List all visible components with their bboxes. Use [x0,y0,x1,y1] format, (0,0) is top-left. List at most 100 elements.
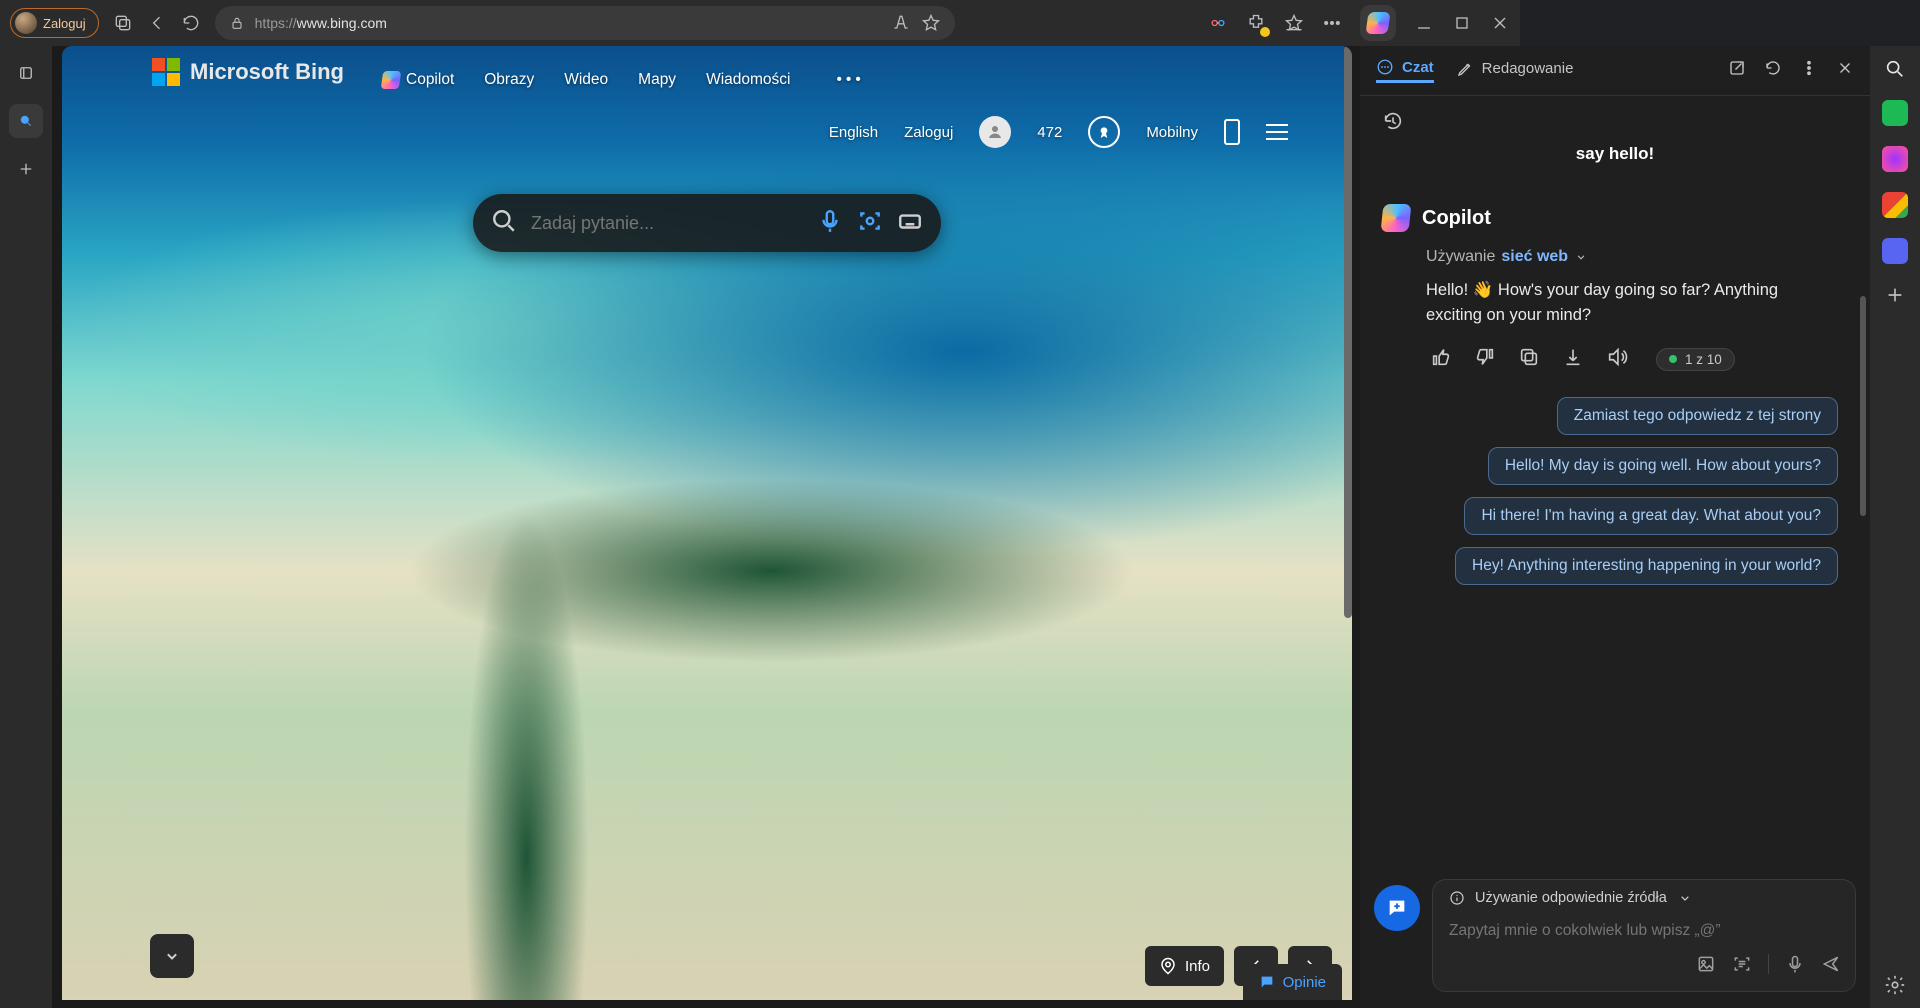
nav-more-icon[interactable]: ••• [836,71,864,89]
suggestion-chip[interactable]: Hello! My day is going well. How about y… [1488,447,1838,485]
bing-homepage: Microsoft Bing Copilot Obrazy Wideo Mapy… [62,46,1352,1000]
reply-actions: 1 z 10 [1430,346,1848,373]
back-icon[interactable] [147,13,167,33]
browser-toolbar: Zaloguj https://www.bing.com [0,0,1520,46]
tab-actions-icon[interactable] [9,56,43,90]
copilot-name: Copilot [1422,207,1491,230]
add-image-icon[interactable] [1696,954,1716,979]
user-avatar-icon[interactable] [979,116,1011,148]
read-aloud-icon[interactable] [1606,346,1628,373]
download-icon[interactable] [1562,346,1584,373]
copilot-avatar-icon [1381,204,1412,232]
profile-login-label: Zaloguj [43,16,86,31]
sidebar-add-icon[interactable] [1884,284,1906,306]
background-image [62,46,1352,1000]
extensions-icon[interactable] [1246,13,1266,33]
active-tab-bing[interactable] [9,104,43,138]
panel-open-external-icon[interactable] [1728,59,1746,82]
chevron-down-icon [1677,890,1693,906]
url-host: www.bing.com [297,15,387,31]
feedback-button[interactable]: Opinie [1243,964,1342,1000]
copilot-header: Copilot [1382,204,1848,232]
window-maximize-icon[interactable] [1452,13,1472,33]
window-close-icon[interactable] [1490,13,1510,33]
ask-box: Używanie odpowiednie źródła [1432,879,1856,992]
panel-scrollbar[interactable] [1860,296,1866,516]
nav-copilot[interactable]: Copilot [382,71,454,89]
window-minimize-icon[interactable] [1414,13,1434,33]
info-chip[interactable]: Info [1145,946,1224,986]
voice-search-icon[interactable] [817,208,843,239]
source-selector[interactable]: Używanie odpowiednie źródła [1433,880,1855,916]
divider [1768,954,1769,974]
panel-more-icon[interactable] [1800,59,1818,82]
search-input[interactable] [531,213,803,234]
suggestion-chip[interactable]: Hey! Anything interesting happening in y… [1455,547,1838,585]
copilot-icon [381,71,402,89]
phone-icon [1224,119,1240,145]
read-aloud-icon[interactable] [891,13,911,33]
rewards-points[interactable]: 472 [1037,124,1062,141]
sidebar-app-discord-icon[interactable] [1882,238,1908,264]
bing-search-box[interactable] [473,194,941,252]
mic-icon[interactable] [1785,954,1805,979]
image-search-icon[interactable] [857,208,883,239]
using-source-row[interactable]: Używanie sieć web [1426,248,1848,266]
new-tab-button[interactable] [9,152,43,186]
dislike-icon[interactable] [1474,346,1496,373]
ask-input[interactable] [1449,922,1841,940]
copy-icon[interactable] [1518,346,1540,373]
profile-login-pill[interactable]: Zaloguj [10,8,99,38]
suggestion-list: Zamiast tego odpowiedz z tej strony Hell… [1382,397,1848,585]
nav-video[interactable]: Wideo [564,71,608,89]
nav-maps[interactable]: Mapy [638,71,676,89]
copilot-toggle-button[interactable] [1360,5,1396,41]
favorite-star-icon[interactable] [921,13,941,33]
refresh-icon[interactable] [181,13,201,33]
sidebar-app-messenger-icon[interactable] [1882,146,1908,172]
panel-refresh-icon[interactable] [1764,59,1782,82]
counter-text: 1 z 10 [1685,352,1722,367]
vertical-tab-strip [0,46,52,1008]
chevron-down-icon [1574,250,1588,264]
nav-news[interactable]: Wiadomości [706,71,790,89]
panel-input-area: Używanie odpowiednie źródła [1360,869,1870,1008]
expand-button[interactable] [150,934,194,978]
status-dot-icon [1669,355,1677,363]
workspaces-icon[interactable] [113,13,133,33]
scan-text-icon[interactable] [1732,954,1752,979]
suggestion-chip[interactable]: Hi there! I'm having a great day. What a… [1464,497,1838,535]
sidebar-settings-icon[interactable] [1884,974,1906,996]
more-icon[interactable] [1322,13,1342,33]
rewards-medal-icon[interactable] [1088,116,1120,148]
account-glasses-icon[interactable] [1208,13,1228,33]
sidebar-app-spotify-icon[interactable] [1882,100,1908,126]
mobile-link[interactable]: Mobilny [1146,124,1198,141]
tab-compose[interactable]: Redagowanie [1456,60,1574,82]
bing-top-nav: Copilot Obrazy Wideo Mapy Wiadomości ••• [62,58,1352,102]
panel-close-icon[interactable] [1836,59,1854,82]
tab-compose-label: Redagowanie [1482,60,1574,77]
toolbar-right-group [1208,5,1510,41]
sidebar-search-icon[interactable] [1884,58,1906,80]
panel-tabs: Czat Redagowanie [1360,46,1870,96]
keyboard-icon[interactable] [897,208,923,239]
sidebar-app-gmail-icon[interactable] [1882,192,1908,218]
address-bar[interactable]: https://www.bing.com [215,6,955,40]
previous-user-message: say hello! [1382,144,1848,164]
history-icon[interactable] [1382,110,1406,134]
tab-chat[interactable]: Czat [1376,58,1434,83]
new-topic-button[interactable] [1374,885,1420,931]
copilot-panel: Czat Redagowanie say hello! Copilot Używ… [1360,46,1870,1008]
nav-copilot-label: Copilot [406,71,454,89]
like-icon[interactable] [1430,346,1452,373]
suggestion-chip[interactable]: Zamiast tego odpowiedz z tej strony [1557,397,1838,435]
send-icon[interactable] [1821,954,1841,979]
language-switch[interactable]: English [829,124,878,141]
page-scrollbar[interactable] [1344,46,1352,618]
login-link[interactable]: Zaloguj [904,124,953,141]
hamburger-menu-icon[interactable] [1266,124,1288,140]
tab-chat-label: Czat [1402,59,1434,76]
favorites-icon[interactable] [1284,13,1304,33]
nav-images[interactable]: Obrazy [484,71,534,89]
